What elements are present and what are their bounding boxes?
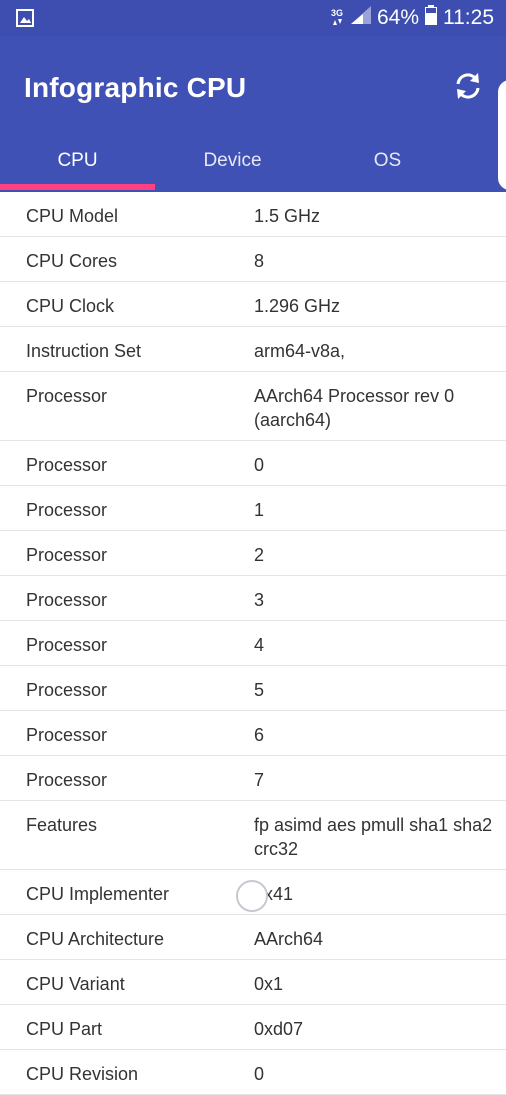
row-label: CPU Cores xyxy=(26,251,118,271)
table-row: Processor 3 xyxy=(0,576,506,621)
row-label: Processor xyxy=(26,725,108,745)
refresh-icon xyxy=(452,70,484,107)
row-label: Instruction Set xyxy=(26,341,142,361)
row-label: Processor xyxy=(26,590,108,610)
table-row: CPU Clock 1.296 GHz xyxy=(0,282,506,327)
row-value: AArch64 xyxy=(254,929,324,949)
network-type: 3G xyxy=(331,9,343,27)
table-row: Processor 1 xyxy=(0,486,506,531)
row-label: Processor xyxy=(26,386,108,406)
table-row: CPU Cores 8 xyxy=(0,237,506,282)
row-value: 1 xyxy=(254,500,265,520)
row-value: 7 xyxy=(254,770,265,790)
table-row: CPU Revision 0 xyxy=(0,1050,506,1095)
table-row: Processor 7 xyxy=(0,756,506,801)
table-row: Processor AArch64 Processor rev 0 (aarch6… xyxy=(0,372,506,441)
table-row: Processor 0 xyxy=(0,441,506,486)
status-indicators: 3G 64% 11:25 xyxy=(331,0,494,36)
table-row: Features fp asimd aes pmull sha1 sha2 crc… xyxy=(0,801,506,870)
row-value: 4 xyxy=(254,635,265,655)
battery-percent: 64% xyxy=(376,6,419,29)
table-row: Processor 2 xyxy=(0,531,506,576)
row-value: 0 xyxy=(254,455,265,475)
row-value: 1.296 GHz xyxy=(254,296,341,316)
tab-os[interactable]: OS xyxy=(310,140,465,192)
row-label: Processor xyxy=(26,455,108,475)
row-value: AArch64 Processor rev 0 (aarch64) xyxy=(254,386,455,430)
row-value: 0xd07 xyxy=(254,1019,304,1039)
row-label: Processor xyxy=(26,680,108,700)
app-title: Infographic CPU xyxy=(24,72,247,103)
gallery-icon xyxy=(16,9,34,27)
row-label: Processor xyxy=(26,545,108,565)
row-label: CPU Part xyxy=(26,1019,103,1039)
table-row: Processor 6 xyxy=(0,711,506,756)
row-label: CPU Implementer xyxy=(26,884,170,904)
row-label: CPU Architecture xyxy=(26,929,165,949)
row-label: Features xyxy=(26,815,98,835)
row-label: Processor xyxy=(26,500,108,520)
signal-icon xyxy=(350,6,371,30)
table-row: Processor 5 xyxy=(0,666,506,711)
row-value: 0 xyxy=(254,1064,265,1084)
row-label: CPU Model xyxy=(26,206,119,226)
status-bar: 3G 64% 11:25 xyxy=(0,0,506,36)
app-bar: Infographic CPU CPU Device OS xyxy=(0,36,506,192)
active-tab-indicator xyxy=(0,184,155,190)
tab-device[interactable]: Device xyxy=(155,140,310,192)
row-label: CPU Clock xyxy=(26,296,115,316)
row-value: 1.5 GHz xyxy=(254,206,321,226)
clock: 11:25 xyxy=(443,6,494,29)
row-value: 6 xyxy=(254,725,265,745)
table-row: Processor 4 xyxy=(0,621,506,666)
scroll-indicator xyxy=(236,880,268,912)
cpu-info-table: CPU Model 1.5 GHz CPU Cores 8 CPU Clock 1.296… xyxy=(0,192,506,1095)
table-row: Instruction Set arm64-v8a, xyxy=(0,327,506,372)
row-label: Processor xyxy=(26,770,108,790)
row-label: CPU Revision xyxy=(26,1064,139,1084)
battery-icon xyxy=(425,5,437,31)
row-value: 5 xyxy=(254,680,265,700)
row-value: 8 xyxy=(254,251,265,271)
row-value: arm64-v8a, xyxy=(254,341,346,361)
refresh-button[interactable] xyxy=(446,66,490,110)
table-row: CPU Model 1.5 GHz xyxy=(0,192,506,237)
table-row: CPU Architecture AArch64 xyxy=(0,915,506,960)
row-value: 0x41 xyxy=(254,884,294,904)
row-value: 0x1 xyxy=(254,974,284,994)
table-row: CPU Part 0xd07 xyxy=(0,1005,506,1050)
row-value: fp asimd aes pmull sha1 sha2 crc32 xyxy=(254,815,493,859)
row-value: 2 xyxy=(254,545,265,565)
row-label: Processor xyxy=(26,635,108,655)
table-row: CPU Variant 0x1 xyxy=(0,960,506,1005)
row-value: 3 xyxy=(254,590,265,610)
row-label: CPU Variant xyxy=(26,974,125,994)
